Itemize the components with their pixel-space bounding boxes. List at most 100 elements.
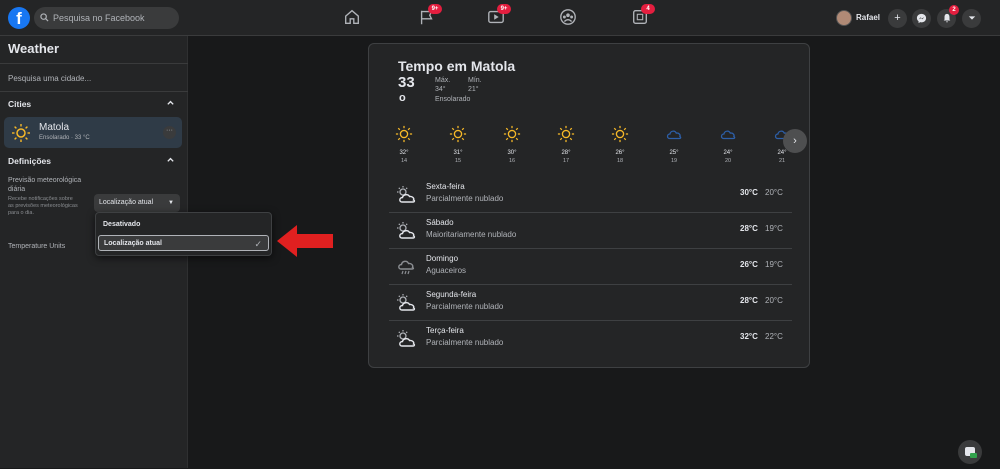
current-condition: Ensolarado <box>435 96 471 103</box>
day-low: 19°C <box>765 260 783 269</box>
hourly-temp: 28° <box>561 150 571 156</box>
location-select[interactable]: Localização atual ▼ <box>94 194 180 212</box>
day-name: Terça-feira <box>426 326 464 335</box>
current-temperature: 33 <box>398 74 415 91</box>
notifications-button[interactable]: 2 <box>937 5 959 28</box>
daily-forecast-row[interactable]: Sexta-feira Parcialmente nublado 30°C 20°C <box>389 177 792 213</box>
day-condition: Maioritariamente nublado <box>426 230 517 239</box>
hourly-day: 19 <box>670 158 678 164</box>
day-low: 22°C <box>765 332 783 341</box>
day-condition: Parcialmente nublado <box>426 194 504 203</box>
daily-forecast-hint: Recebe notificações sobre as previsões m… <box>8 196 78 216</box>
max-label: Máx. <box>435 77 451 84</box>
hourly-forecast: 32° 14 31° 15 30° 16 28° 17 26° 18 25° 19 24° 20 24° 21 <box>389 125 789 167</box>
sidebar-title: Weather <box>8 41 60 56</box>
daily-forecast-row[interactable]: Sábado Maioritariamente nublado 28°C 19°C <box>389 213 792 249</box>
chat-button[interactable] <box>958 440 982 464</box>
daily-forecast-row[interactable]: Domingo Aguaceiros 26°C 19°C <box>389 249 792 285</box>
hourly-day: 21 <box>778 158 786 164</box>
current-temperature-degree: o <box>399 92 406 104</box>
hourly-item: 32° 14 <box>389 125 419 164</box>
next-forecast-button[interactable]: › <box>783 129 807 153</box>
search-icon <box>40 13 49 22</box>
facebook-search-input[interactable]: Pesquisa no Facebook <box>34 7 179 29</box>
location-select-value: Localização atual <box>99 199 154 206</box>
hourly-day: 16 <box>508 158 516 164</box>
gaming-icon[interactable]: 4 <box>631 4 655 28</box>
hourly-temp: 32° <box>399 150 409 156</box>
cloud-icon <box>666 130 682 140</box>
day-low: 20°C <box>765 188 783 197</box>
hourly-item: 31° 15 <box>443 125 473 164</box>
temperature-units-label[interactable]: Temperature Units <box>8 243 65 250</box>
daily-forecast-row[interactable]: Terça-feira Parcialmente nublado 32°C 22°C <box>389 321 792 357</box>
hourly-item: 25° 19 <box>659 125 689 164</box>
option-current-location[interactable]: Localização atual ✓ <box>98 235 269 251</box>
profile-name: Rafael <box>856 13 881 22</box>
caret-down-icon <box>968 16 975 20</box>
day-condition: Aguaceiros <box>426 266 467 275</box>
weather-title: Tempo em Matola <box>398 58 516 74</box>
cities-collapse-icon[interactable] <box>166 98 175 109</box>
weather-card: Tempo em Matola 33 o Máx. 34° Mín. 21° E… <box>368 43 810 368</box>
sun-icon <box>395 125 413 143</box>
day-name: Sexta-feira <box>426 182 465 191</box>
option-disabled[interactable]: Desativado <box>98 217 269 233</box>
gaming-badge: 4 <box>641 4 655 14</box>
day-high: 28°C <box>740 296 758 305</box>
home-icon[interactable] <box>343 8 363 28</box>
day-high: 26°C <box>740 260 758 269</box>
day-condition: Parcialmente nublado <box>426 338 504 347</box>
city-item-matola[interactable]: Matola Ensolarado · 33 °C ··· <box>4 117 182 148</box>
day-name: Segunda-feira <box>426 290 477 299</box>
create-button[interactable]: + <box>888 9 907 28</box>
flag-icon[interactable]: 9+ <box>418 4 442 28</box>
avatar <box>836 10 852 26</box>
hourly-item: 26° 18 <box>605 125 635 164</box>
hourly-day: 15 <box>454 158 462 164</box>
partly-cloudy-icon <box>397 330 416 347</box>
hourly-temp: 30° <box>507 150 517 156</box>
sun-icon <box>557 125 575 143</box>
account-menu-button[interactable] <box>962 9 981 28</box>
location-dropdown-menu: Desativado Localização atual ✓ <box>95 212 272 256</box>
max-value: 34° <box>435 86 446 93</box>
video-badge: 9+ <box>497 4 511 14</box>
partly-cloudy-icon <box>397 186 416 203</box>
check-icon: ✓ <box>254 239 262 249</box>
min-temperature: Mín. 21° <box>468 76 482 94</box>
partly-cloudy-icon <box>397 294 416 311</box>
red-arrow-annotation <box>277 225 333 257</box>
hourly-temp: 25° <box>669 150 679 156</box>
partly-cloudy-icon <box>397 222 416 239</box>
day-high: 30°C <box>740 188 758 197</box>
sun-icon <box>449 125 467 143</box>
sun-icon <box>12 124 30 142</box>
daily-forecast-label: Previsão meteorológica diária <box>8 177 82 193</box>
hourly-day: 18 <box>616 158 624 164</box>
hourly-temp: 24° <box>777 150 787 156</box>
video-icon[interactable]: 9+ <box>487 4 511 28</box>
groups-icon[interactable] <box>559 8 579 28</box>
day-low: 20°C <box>765 296 783 305</box>
facebook-logo[interactable]: f <box>8 7 30 29</box>
chat-icon <box>965 447 977 458</box>
settings-collapse-icon[interactable] <box>166 155 175 166</box>
cloud-icon <box>720 130 736 140</box>
messenger-icon <box>916 13 927 24</box>
min-label: Mín. <box>468 77 482 84</box>
caret-down-icon: ▼ <box>168 200 174 206</box>
day-name: Sábado <box>426 218 454 227</box>
messenger-button[interactable] <box>912 9 931 28</box>
notifications-badge: 2 <box>949 5 959 15</box>
bell-icon <box>943 13 950 23</box>
city-more-button[interactable]: ··· <box>163 126 176 139</box>
sun-icon <box>503 125 521 143</box>
hourly-temp: 26° <box>615 150 625 156</box>
hourly-day: 17 <box>562 158 570 164</box>
daily-forecast-row[interactable]: Segunda-feira Parcialmente nublado 28°C 20°… <box>389 285 792 321</box>
min-value: 21° <box>468 86 479 93</box>
max-temperature: Máx. 34° <box>435 76 450 94</box>
city-search-input[interactable]: Pesquisa uma cidade... <box>0 63 188 92</box>
profile-button[interactable]: Rafael <box>836 9 880 27</box>
